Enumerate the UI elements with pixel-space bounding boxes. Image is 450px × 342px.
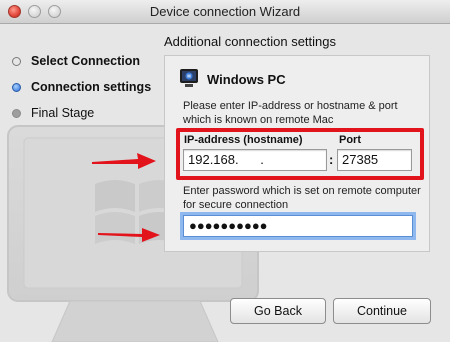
arrow-to-password-icon: [98, 228, 160, 242]
step-label: Select Connection: [31, 54, 141, 68]
wizard-window: Device connection Wizard Select Connecti…: [0, 0, 450, 342]
step-final-stage: Final Stage: [12, 106, 94, 120]
step-done-icon: [12, 56, 21, 66]
ip-address-label: IP-address (hostname): [184, 134, 303, 146]
step-pending-icon: [12, 108, 21, 118]
step-current-icon: [12, 82, 21, 92]
password-input[interactable]: ●●●●●●●●●●: [183, 215, 413, 237]
title-bar: Device connection Wizard: [0, 0, 450, 24]
step-label: Final Stage: [31, 106, 95, 120]
port-label: Port: [339, 134, 361, 146]
continue-button[interactable]: Continue: [333, 298, 431, 324]
device-type-title: Windows PC: [207, 72, 286, 87]
windows-pc-icon: [180, 69, 198, 87]
step-label: Connection settings: [31, 80, 152, 94]
go-back-button[interactable]: Go Back: [230, 298, 326, 324]
connection-settings-panel: Windows PC Please enter IP-address or ho…: [164, 55, 430, 252]
password-instructions: Enter password which is set on remote co…: [183, 185, 421, 211]
window-title: Device connection Wizard: [149, 4, 301, 19]
port-input[interactable]: 27385: [337, 149, 412, 171]
step-connection-settings: Connection settings: [12, 80, 151, 94]
port-separator: :: [329, 152, 334, 167]
step-select-connection: Select Connection: [12, 54, 140, 68]
address-instructions: Please enter IP-address or hostname & po…: [183, 100, 398, 126]
ip-address-input[interactable]: 192.168. .: [183, 149, 327, 171]
section-title: Additional connection settings: [164, 34, 337, 49]
arrow-to-address-icon: [92, 153, 156, 169]
